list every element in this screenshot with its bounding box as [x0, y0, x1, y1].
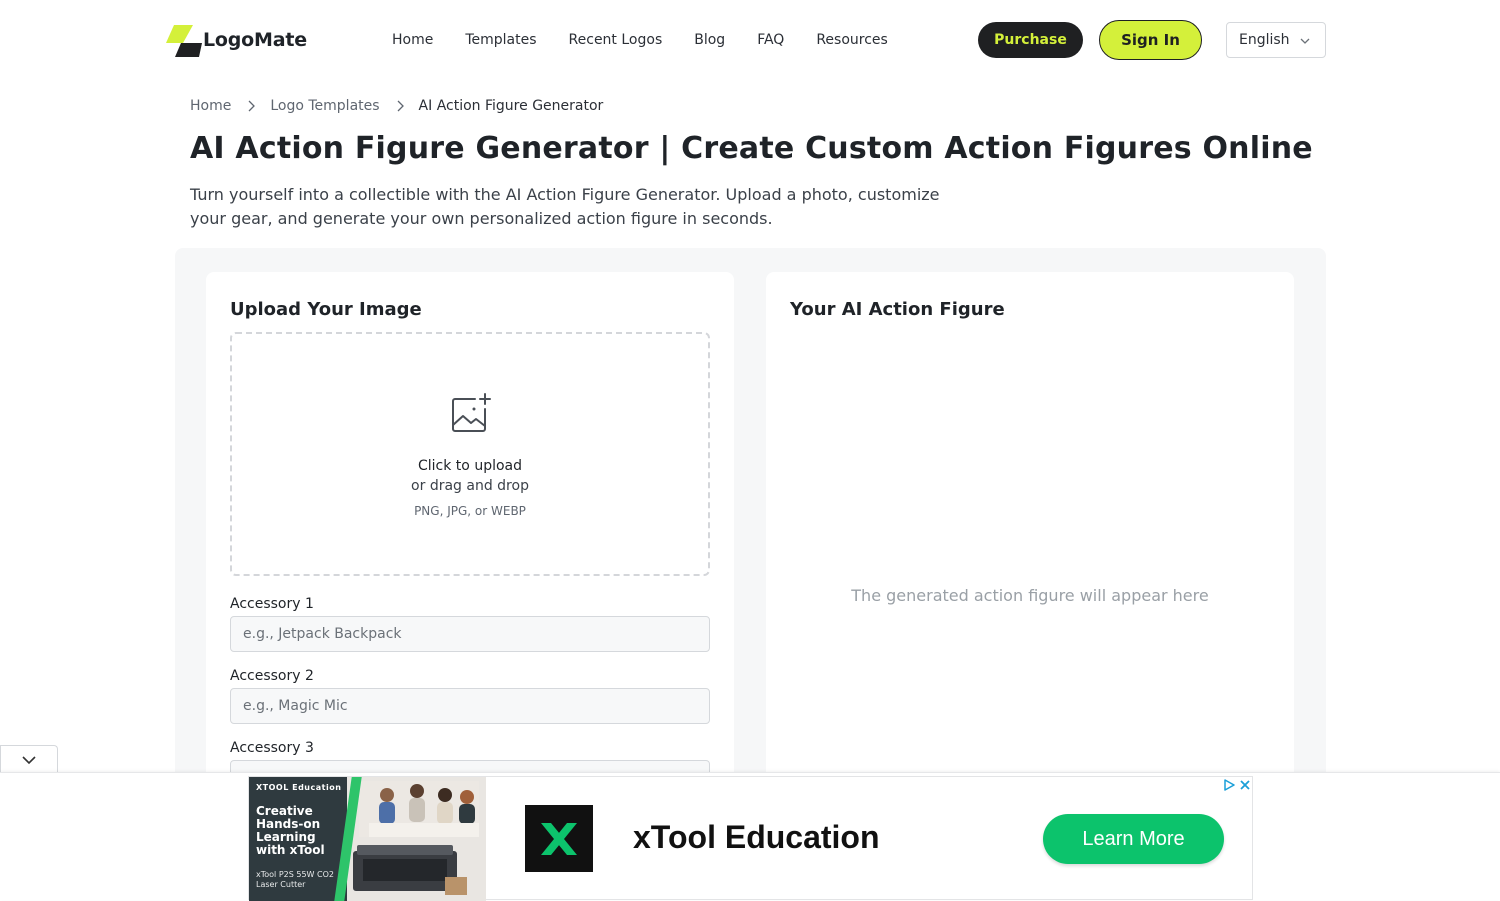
accessory-2-input[interactable] — [230, 688, 710, 724]
chevron-right-icon — [397, 100, 404, 112]
result-placeholder: The generated action figure will appear … — [851, 586, 1209, 605]
ad-choices-icon[interactable] — [1223, 779, 1235, 791]
nav-blog[interactable]: Blog — [694, 30, 725, 50]
language-value: English — [1239, 32, 1290, 48]
result-card-title: Your AI Action Figure — [790, 299, 1005, 320]
chevron-down-icon — [1300, 38, 1310, 44]
accessory-1-label: Accessory 1 — [230, 596, 314, 612]
ad-image[interactable]: XTOOL Education Creative Hands-on Learni… — [249, 777, 486, 901]
ad-collapse-button[interactable] — [0, 745, 58, 773]
sign-in-button[interactable]: Sign In — [1099, 20, 1202, 60]
breadcrumb-home[interactable]: Home — [190, 96, 231, 116]
upload-click-text: Click to upload — [418, 458, 522, 474]
upload-card: Upload Your Image Click to upload or dra… — [206, 272, 734, 832]
logomate-logo-icon — [166, 25, 202, 57]
ad-image-banner: XTOOL Education Creative Hands-on Learni… — [249, 777, 347, 901]
breadcrumb: Home Logo Templates AI Action Figure Gen… — [190, 96, 603, 116]
image-add-icon — [452, 393, 491, 432]
result-card: Your AI Action Figure The generated acti… — [766, 272, 1294, 832]
nav-recent-logos[interactable]: Recent Logos — [569, 30, 663, 50]
accessory-2-label: Accessory 2 — [230, 668, 314, 684]
upload-dropzone[interactable]: Click to upload or drag and drop PNG, JP… — [230, 332, 710, 576]
nav-templates[interactable]: Templates — [465, 30, 536, 50]
chevron-down-icon — [22, 755, 36, 764]
nav-faq[interactable]: FAQ — [757, 30, 784, 50]
accessory-1-input[interactable] — [230, 616, 710, 652]
accessory-3-label: Accessory 3 — [230, 740, 314, 756]
ad-people-illustration — [359, 781, 479, 837]
upload-drag-text: or drag and drop — [411, 478, 529, 494]
breadcrumb-logo-templates[interactable]: Logo Templates — [270, 96, 379, 116]
ad-learn-more-button[interactable]: Learn More — [1043, 814, 1224, 864]
page-title: AI Action Figure Generator | Create Cust… — [190, 131, 1313, 166]
language-select[interactable]: English — [1226, 22, 1326, 58]
breadcrumb-current: AI Action Figure Generator — [418, 98, 604, 114]
upload-formats: PNG, JPG, or WEBP — [414, 504, 526, 518]
advertisement[interactable]: XTOOL Education Creative Hands-on Learni… — [248, 776, 1253, 901]
main-nav: Home Templates Recent Logos Blog FAQ Res… — [392, 30, 920, 50]
nav-resources[interactable]: Resources — [816, 30, 888, 50]
ad-logo[interactable] — [525, 805, 593, 872]
ad-title[interactable]: xTool Education — [633, 817, 880, 857]
ad-image-brand: XTOOL Education — [256, 783, 342, 792]
xtool-logo-icon — [541, 822, 577, 855]
nav-home[interactable]: Home — [392, 30, 433, 50]
logo[interactable]: LogoMate — [166, 22, 307, 58]
page-description: Turn yourself into a collectible with th… — [190, 185, 940, 228]
chevron-right-icon — [248, 100, 256, 112]
ad-laser-cutter-illustration — [353, 845, 467, 895]
close-icon[interactable] — [1239, 779, 1251, 791]
ad-image-caption: xTool P2S 55W CO2 Laser Cutter — [256, 870, 334, 889]
logo-text: LogoMate — [203, 29, 307, 51]
ad-image-headline: Creative Hands-on Learning with xTool — [256, 804, 325, 857]
purchase-button[interactable]: Purchase — [978, 22, 1083, 58]
site-header: LogoMate Home Templates Recent Logos Blo… — [0, 0, 1500, 80]
upload-card-title: Upload Your Image — [230, 299, 422, 320]
